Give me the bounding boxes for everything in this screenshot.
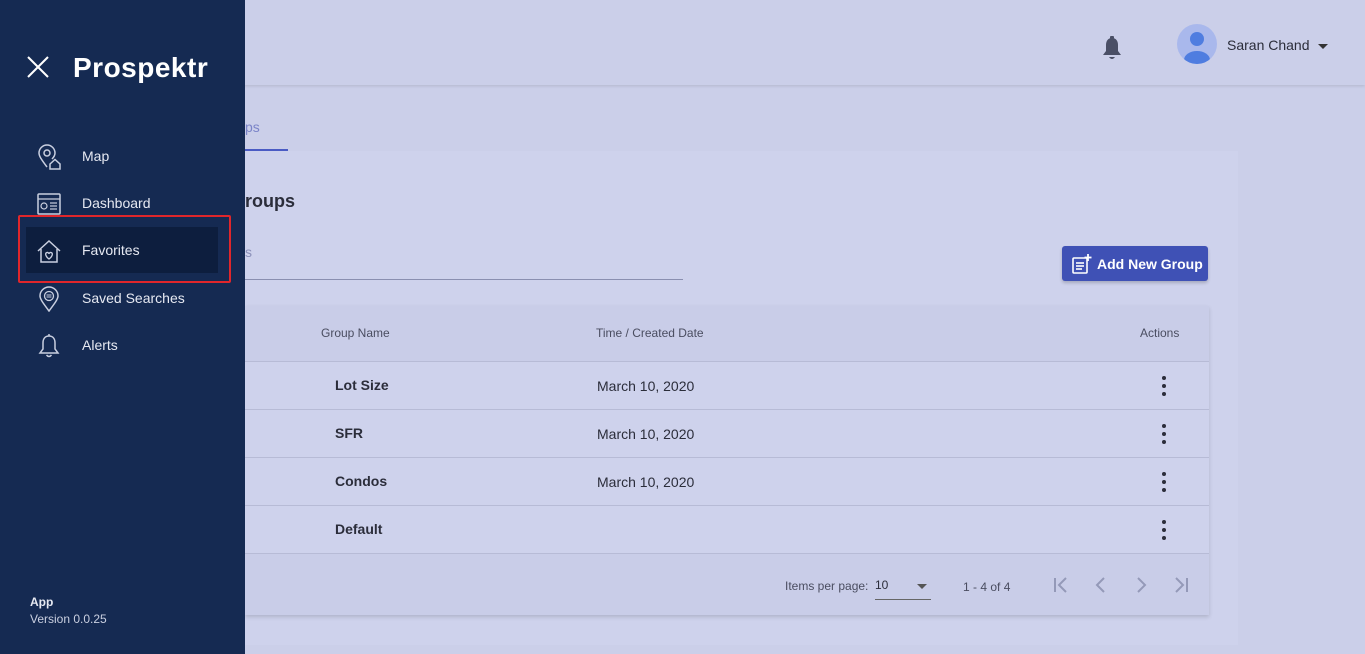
created-date-cell: March 10, 2020 (597, 474, 695, 490)
group-name-cell: SFR (335, 425, 363, 441)
dashboard-icon (37, 193, 61, 215)
sidebar: Prospektr Map Dashboard Favorites Saved … (0, 0, 245, 654)
group-name-cell: Default (335, 521, 383, 537)
items-per-page-label: Items per page: (785, 579, 869, 593)
map-pin-house-icon (38, 144, 61, 170)
group-name-cell: Lot Size (335, 377, 389, 393)
next-page-icon[interactable] (1129, 573, 1153, 597)
items-per-page-select[interactable]: 10 (875, 578, 888, 592)
last-page-icon[interactable] (1169, 573, 1193, 597)
sidebar-item-label: Map (82, 148, 110, 164)
groups-table: Group Name Time / Created Date Actions L… (245, 306, 1209, 615)
saved-search-pin-icon (39, 286, 59, 312)
previous-page-icon[interactable] (1089, 573, 1113, 597)
table-row[interactable]: Lot Size March 10, 2020 (245, 361, 1209, 409)
sidebar-item-label: Dashboard (82, 195, 151, 211)
table-row[interactable]: Condos March 10, 2020 (245, 457, 1209, 505)
items-per-page-underline (875, 599, 931, 600)
row-actions-menu-icon[interactable] (1159, 520, 1169, 540)
created-date-cell: March 10, 2020 (597, 378, 695, 394)
close-icon[interactable] (26, 55, 50, 79)
user-avatar-icon (1184, 32, 1210, 64)
search-field-label: s (245, 244, 252, 260)
header-group-name[interactable]: Group Name (321, 326, 390, 340)
group-name-cell: Condos (335, 473, 388, 489)
sidebar-item-label: Saved Searches (82, 290, 185, 306)
app-version: Version 0.0.25 (30, 612, 107, 626)
user-menu-caret-icon[interactable] (1318, 44, 1328, 49)
add-new-group-label: Add New Group (1097, 255, 1203, 272)
favorites-highlight-box (18, 215, 231, 283)
sidebar-item-label: Alerts (82, 337, 118, 353)
sidebar-item-alerts[interactable]: Alerts (26, 322, 218, 368)
paginator-range: 1 - 4 of 4 (963, 580, 1011, 594)
search-input[interactable] (245, 279, 683, 280)
bell-icon (38, 334, 60, 358)
table-row[interactable]: Default (245, 505, 1209, 553)
row-actions-menu-icon[interactable] (1159, 472, 1169, 492)
first-page-icon[interactable] (1049, 573, 1073, 597)
items-per-page-caret-icon[interactable] (917, 584, 927, 589)
add-new-group-button[interactable]: Add New Group (1062, 246, 1208, 281)
tab-groups[interactable]: ps (245, 119, 260, 135)
app-label: App (30, 595, 54, 609)
user-name[interactable]: Saran Chand (1227, 37, 1310, 53)
created-date-cell: March 10, 2020 (597, 426, 695, 442)
header-created-date[interactable]: Time / Created Date (596, 326, 704, 340)
notification-bell-icon[interactable] (1100, 36, 1124, 62)
header-actions: Actions (1140, 326, 1180, 340)
table-row[interactable]: SFR March 10, 2020 (245, 409, 1209, 457)
row-actions-menu-icon[interactable] (1159, 376, 1169, 396)
page-title: roups (245, 191, 296, 211)
add-list-icon (1072, 253, 1092, 274)
row-actions-menu-icon[interactable] (1159, 424, 1169, 444)
brand-logo[interactable]: Prospektr (73, 52, 208, 84)
paginator: Items per page: 10 1 - 4 of 4 (245, 553, 1209, 615)
avatar[interactable] (1177, 24, 1217, 64)
sidebar-item-map[interactable]: Map (26, 133, 218, 179)
